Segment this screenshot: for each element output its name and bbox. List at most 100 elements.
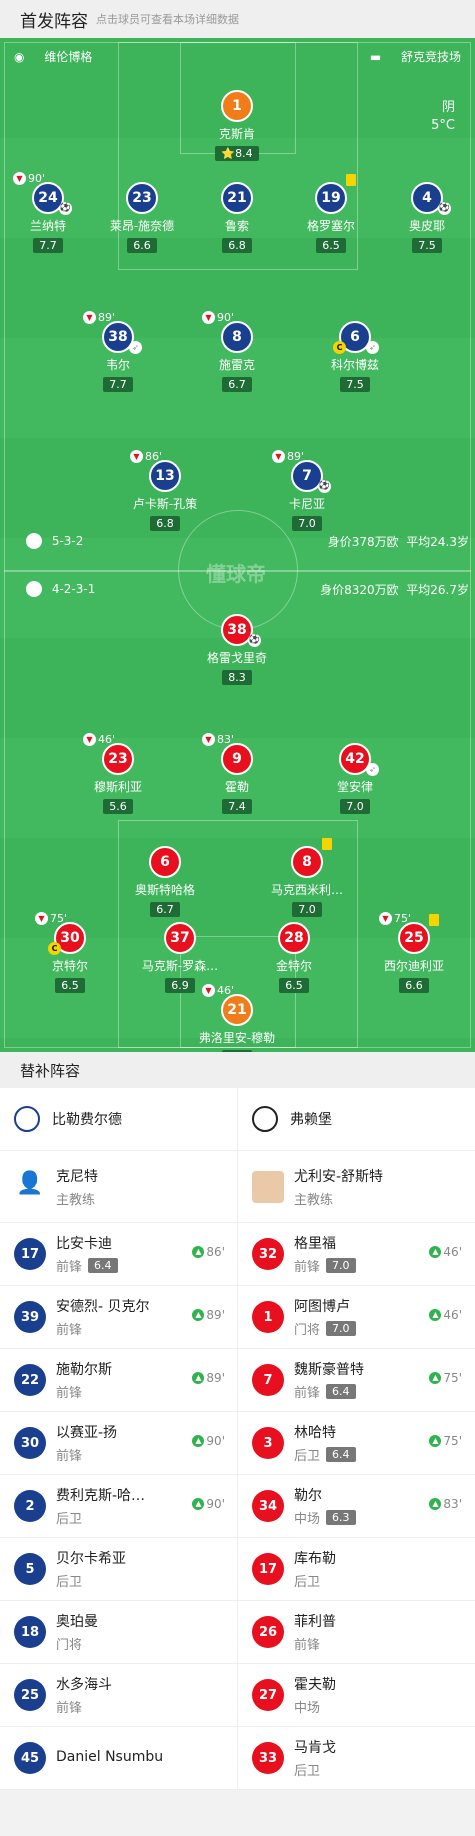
away-sub-player[interactable]: 1 阿图博卢 门将 7.0 ▲ 46' — [237, 1286, 474, 1348]
whistle-icon: ◉ — [14, 50, 25, 64]
sub-minute: 89' — [287, 450, 305, 463]
home-player[interactable]: 38 ▼ 89' ➶ 韦尔 7.7 — [58, 311, 178, 392]
sub-on-marker: ▲ 75' — [429, 1434, 462, 1448]
player-name: 西尔迪利亚 — [383, 959, 444, 973]
sub-off-marker: ▼ 89' — [272, 450, 304, 463]
away-sub-player[interactable]: 32 格里福 前锋 7.0 ▲ 46' — [237, 1223, 474, 1285]
bench-row: 17 比安卡迪 前锋 6.4 ▲ 86' 32 格里福 前锋 7.0 ▲ 46' — [0, 1223, 475, 1286]
player-number: 13 — [149, 460, 181, 492]
away-player[interactable]: 23 ▼ 46' 穆斯利亚 5.6 — [58, 733, 178, 814]
player-name: 马克斯-罗森… — [141, 959, 219, 973]
sub-minute: 83' — [217, 733, 235, 746]
home-meta: 身价378万欧 平均24.3岁 — [327, 535, 469, 549]
player-rating: 7.0 — [292, 516, 322, 531]
home-player[interactable]: 6 ➶ C 科尔博兹 7.5 — [295, 321, 415, 392]
sub-on-icon: ▲ — [429, 1309, 442, 1321]
player-name: 水多海斗 — [56, 1677, 112, 1693]
player-number: 8 — [221, 321, 253, 353]
sub-minute: 83' — [443, 1497, 462, 1511]
player-position: 前锋 — [56, 1449, 83, 1464]
player-number: 25 — [398, 922, 430, 954]
away-player[interactable]: 21▼46'弗洛里安-穆勒6.1 — [177, 984, 297, 1052]
player-info: Daniel Nsumbu — [56, 1749, 163, 1768]
away-meta: 身价8320万欧 平均26.7岁 — [320, 583, 469, 597]
home-sub-player[interactable]: 45 Daniel Nsumbu — [0, 1727, 237, 1789]
away-player[interactable]: 8 马克西米利… 7.0 — [247, 838, 367, 917]
home-sub-player[interactable]: 18 奥珀曼 门将 — [0, 1601, 237, 1663]
home-coach[interactable]: 👤 克尼特 主教练 — [0, 1151, 237, 1222]
away-player[interactable]: 6 奥斯特哈格 6.7 — [105, 846, 225, 917]
sub-minute: 86' — [206, 1245, 225, 1259]
away-sub-player[interactable]: 7 魏斯豪普特 前锋 6.4 ▲ 75' — [237, 1349, 474, 1411]
watermark: 懂球帝 — [206, 562, 266, 586]
player-position: 后卫 — [294, 1449, 321, 1464]
home-sub-player[interactable]: 39 安德烈- 贝克尔 前锋 ▲ 89' — [0, 1286, 237, 1348]
away-sub-player[interactable]: 34 勒尔 中场 6.3 ▲ 83' — [237, 1475, 474, 1537]
away-player[interactable]: 30 ▼ 75' C 京特尔 6.5 — [10, 912, 130, 993]
away-player[interactable]: 28 金特尔 6.5 — [234, 922, 354, 993]
away-sub-player[interactable]: 27 霍夫勒 中场 — [237, 1664, 474, 1726]
sub-minute: 46' — [98, 733, 116, 746]
player-position-row: 后卫 — [56, 1571, 126, 1590]
home-player[interactable]: 8 ▼ 90' 施雷克 6.7 — [177, 311, 297, 392]
away-player[interactable]: 38 ⚽ 格雷戈里奇 8.3 — [177, 614, 297, 685]
sub-off-icon: ▼ — [83, 311, 96, 324]
sub-off-icon: ▼ — [35, 912, 48, 925]
sub-off-marker: ▼ 46' — [83, 733, 115, 746]
player-number: 21 — [221, 994, 253, 1026]
home-team-header[interactable]: 比勒费尔德 — [0, 1088, 237, 1150]
away-sub-player[interactable]: 33 马肯戈 后卫 — [237, 1727, 474, 1789]
player-position: 前锋 — [56, 1323, 83, 1338]
sub-minute: 86' — [145, 450, 163, 463]
player-info: 比安卡迪 前锋 6.4 — [56, 1233, 118, 1275]
away-player[interactable]: 25 ▼ 75' 西尔迪利亚 6.6 — [354, 912, 474, 993]
home-sub-player[interactable]: 25 水多海斗 前锋 — [0, 1664, 237, 1726]
away-sub-player[interactable]: 26 菲利普 前锋 — [237, 1601, 474, 1663]
away-coach[interactable]: 尤利安-舒斯特 主教练 — [237, 1151, 474, 1222]
away-team-header[interactable]: 弗赖堡 — [237, 1088, 474, 1150]
home-sub-player[interactable]: 5 贝尔卡希亚 后卫 — [0, 1538, 237, 1600]
player-position-row: 前锋 6.4 — [56, 1256, 118, 1275]
home-player[interactable]: 1 克斯肯 ⭐8.4 — [177, 90, 297, 161]
player-rating: 6.8 — [222, 238, 252, 253]
player-number: 2 — [14, 1490, 46, 1522]
sub-off-icon: ▼ — [272, 450, 285, 463]
player-name: 奥斯特哈格 — [134, 883, 195, 897]
player-position-row: 中场 — [294, 1697, 336, 1716]
player-name: 卢卡斯-孔策 — [132, 497, 198, 511]
player-number: 17 — [14, 1238, 46, 1270]
player-number: 9 — [221, 743, 253, 775]
player-number: 39 — [14, 1301, 46, 1333]
sub-off-icon: ▼ — [202, 733, 215, 746]
coach-row: 👤 克尼特 主教练 尤利安-舒斯特 主教练 — [0, 1151, 475, 1223]
player-name: 堂安律 — [336, 780, 373, 794]
sub-on-marker: ▲ 83' — [429, 1497, 462, 1511]
home-player[interactable]: 13 ▼ 86' 卢卡斯-孔策 6.8 — [105, 450, 225, 531]
home-sub-player[interactable]: 17 比安卡迪 前锋 6.4 ▲ 86' — [0, 1223, 237, 1285]
home-sub-player[interactable]: 30 以赛亚-扬 前锋 ▲ 90' — [0, 1412, 237, 1474]
player-name: 弗洛里安-穆勒 — [198, 1031, 276, 1045]
home-player[interactable]: 4 ⚽ 奥皮耶 7.5 — [367, 182, 475, 253]
sub-on-marker: ▲ 46' — [429, 1308, 462, 1322]
away-player[interactable]: 42 ➶ 堂安律 7.0 — [295, 743, 415, 814]
player-name: 施勒尔斯 — [56, 1362, 112, 1378]
player-position: 门将 — [294, 1323, 321, 1338]
away-player[interactable]: 37 马克斯-罗森… 6.9 — [120, 922, 240, 993]
player-name: 格里福 — [294, 1236, 336, 1252]
assist-icon: ➶ — [366, 763, 379, 776]
stadium-icon: ▬ — [369, 50, 382, 64]
away-sub-player[interactable]: 17 库布勒 后卫 — [237, 1538, 474, 1600]
sub-on-marker: ▲ 89' — [192, 1308, 225, 1322]
player-rating: 7.4 — [222, 799, 252, 814]
player-info: 费利克斯-哈… 后卫 — [56, 1485, 145, 1527]
sub-on-icon: ▲ — [429, 1246, 442, 1258]
player-position-row: 前锋 7.0 — [294, 1256, 356, 1275]
home-player[interactable]: 7 ▼ 89' ⚽ 卡尼亚 7.0 — [247, 450, 367, 531]
home-sub-player[interactable]: 22 施勒尔斯 前锋 ▲ 89' — [0, 1349, 237, 1411]
player-position: 中场 — [294, 1701, 321, 1716]
away-sub-player[interactable]: 3 林哈特 后卫 6.4 ▲ 75' — [237, 1412, 474, 1474]
away-player[interactable]: 9 ▼ 83' 霍勒 7.4 — [177, 733, 297, 814]
player-name: 施雷克 — [218, 358, 255, 372]
home-sub-player[interactable]: 2 费利克斯-哈… 后卫 ▲ 90' — [0, 1475, 237, 1537]
player-name: 霍夫勒 — [294, 1677, 336, 1693]
